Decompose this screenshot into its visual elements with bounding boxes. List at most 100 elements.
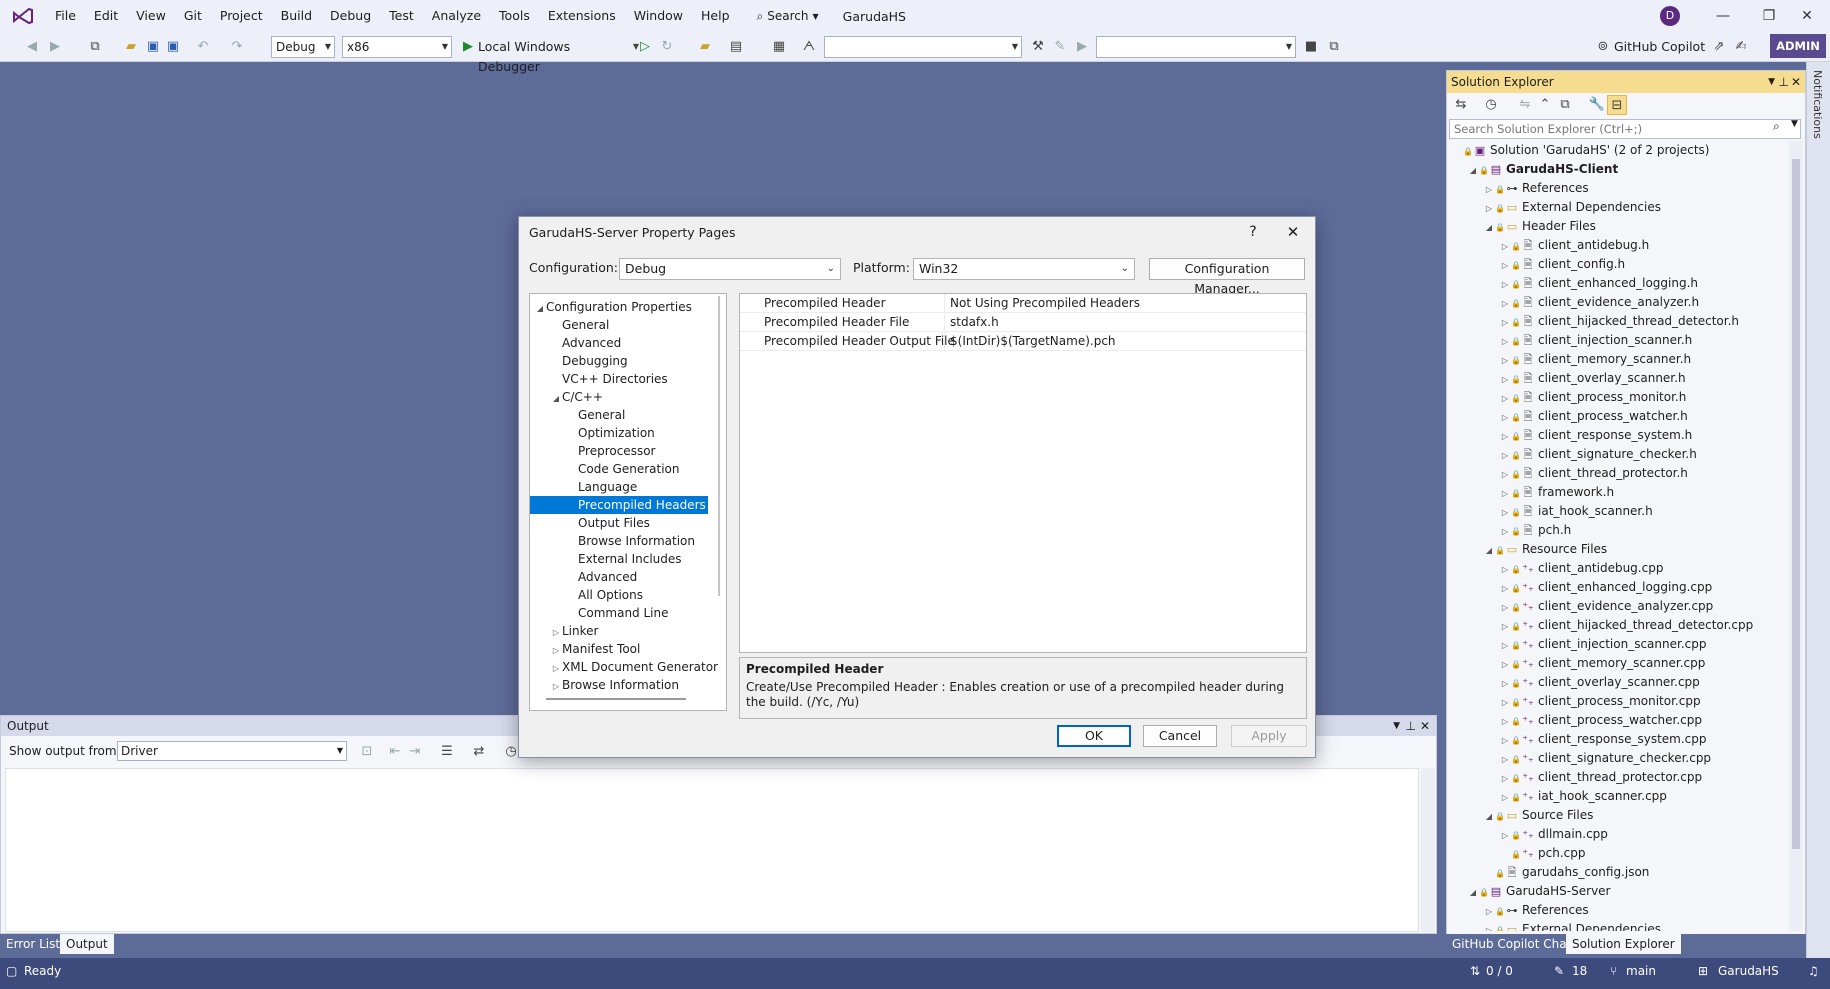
find-icon[interactable]: ᗅ	[798, 37, 820, 57]
redo-icon[interactable]: ↷	[226, 37, 248, 57]
expand-arrow-icon[interactable]: ▷	[1499, 275, 1511, 294]
solution-tree-item[interactable]: ◢ 🔒 ▤ GarudaHS-Client	[1467, 160, 1618, 179]
close-icon[interactable]: ✕	[1279, 221, 1307, 243]
close-icon[interactable]: ✕	[1791, 71, 1801, 93]
switch-views-icon[interactable]: ⇆	[1451, 95, 1471, 115]
output-source-select[interactable]: Driver ▼	[117, 741, 347, 761]
solution-tree-item[interactable]: ▷ 🔒 ▭ External Dependencies	[1483, 198, 1661, 217]
expand-arrow-icon[interactable]: ▷	[1483, 180, 1495, 199]
sync-icon[interactable]: ⇋	[1515, 95, 1535, 115]
solution-tree-item[interactable]: ▷ 🔒⁺₊ client_injection_scanner.cpp	[1499, 635, 1707, 654]
avatar[interactable]: D	[1660, 6, 1680, 26]
apply-button[interactable]: Apply	[1231, 725, 1307, 747]
property-category-item[interactable]: Code Generation	[530, 460, 708, 478]
solution-tree-item[interactable]: ▷ 🔒 🗎 iat_hook_scanner.h	[1499, 502, 1653, 521]
expand-arrow-icon[interactable]: ▷	[1499, 446, 1511, 465]
solution-tree-item[interactable]: ▷ 🔒⁺₊ client_antidebug.cpp	[1499, 559, 1664, 579]
expand-arrow-icon[interactable]: ▷	[1499, 427, 1511, 446]
chevron-down-icon[interactable]: ▼	[1768, 71, 1775, 93]
expand-arrow-icon[interactable]: ▷	[1499, 693, 1511, 712]
property-row[interactable]: Precompiled Header Not Using Precompiled …	[740, 294, 1306, 313]
new-project-icon[interactable]: ⧉	[84, 37, 106, 57]
pin-icon[interactable]: ✎	[1050, 37, 1070, 57]
menu-edit[interactable]: Edit	[85, 0, 127, 32]
solution-configuration-combo[interactable]: Debug ▼	[271, 36, 335, 58]
expand-arrow-icon[interactable]: ▷	[1499, 237, 1511, 256]
expand-arrow-icon[interactable]: ▷	[1499, 294, 1511, 313]
step-icon[interactable]: ▶	[1072, 37, 1092, 57]
expand-arrow-icon[interactable]: ▷	[1499, 465, 1511, 484]
next-message-icon[interactable]: ⇥	[405, 742, 425, 762]
expand-arrow-icon[interactable]: ▷	[1499, 503, 1511, 522]
expand-arrow-icon[interactable]: ▷	[1499, 389, 1511, 408]
property-category-item[interactable]: External Includes	[530, 550, 708, 568]
solution-tree-item[interactable]: ▷ 🔒 🗎 client_evidence_analyzer.h	[1499, 293, 1699, 312]
solution-tree-item[interactable]: ▷ 🔒 🗎 pch.h	[1499, 521, 1571, 540]
cancel-button[interactable]: Cancel	[1143, 725, 1217, 747]
word-wrap-icon[interactable]: ⇄	[469, 742, 489, 762]
expand-arrow-icon[interactable]: ▷	[1499, 617, 1511, 636]
start-debugging-button[interactable]: Local Windows Debugger	[478, 37, 628, 74]
solution-tree-item[interactable]: ▷ 🔒⁺₊ iat_hook_scanner.cpp	[1499, 787, 1667, 806]
show-all-files-icon[interactable]: ⧉	[1555, 95, 1575, 115]
notification-bell-icon[interactable]: ♫	[1808, 958, 1819, 984]
expand-arrow-icon[interactable]: ▷	[1499, 655, 1511, 674]
solution-tree-item[interactable]: 🔒⁺₊ pch.cpp	[1499, 844, 1585, 863]
expand-arrow-icon[interactable]: ▷	[1499, 750, 1511, 769]
property-category-item[interactable]: ◢ Configuration Properties	[530, 298, 708, 316]
property-value[interactable]: $(IntDir)$(TargetName).pch	[950, 332, 1116, 350]
menu-file[interactable]: File	[46, 0, 85, 32]
github-copilot-icon[interactable]: ⊚	[1592, 37, 1614, 57]
menu-build[interactable]: Build	[272, 0, 321, 32]
open-folder-icon[interactable]: ▰	[120, 37, 142, 57]
collapse-arrow-icon[interactable]: ◢	[1483, 218, 1495, 237]
solution-tree-item[interactable]: ▷ 🔒 🗎 client_antidebug.h	[1499, 236, 1649, 255]
menu-extensions[interactable]: Extensions	[539, 0, 625, 32]
share-icon[interactable]: ⇗	[1708, 37, 1730, 57]
solution-tree-item[interactable]: ▷ 🔒 ⊶ References	[1483, 901, 1589, 920]
save-icon[interactable]: ▣	[142, 37, 164, 57]
expand-arrow-icon[interactable]: ▷	[1499, 560, 1511, 579]
expand-arrow-icon[interactable]: ▷	[1499, 351, 1511, 370]
property-value[interactable]: stdafx.h	[950, 313, 999, 331]
solution-tree-item[interactable]: ▷ 🔒 🗎 client_hijacked_thread_detector.h	[1499, 312, 1739, 331]
close-icon[interactable]: ✕	[1420, 716, 1430, 736]
refresh-icon[interactable]: ↻	[656, 37, 678, 57]
solution-tree-item[interactable]: ▷ 🔒⁺₊ client_enhanced_logging.cpp	[1499, 578, 1712, 597]
save-all-icon[interactable]: ▣	[162, 37, 184, 57]
minimize-icon[interactable]: —	[1700, 0, 1746, 32]
tab-output[interactable]: Output	[60, 934, 114, 954]
property-category-item[interactable]: Optimization	[530, 424, 708, 442]
property-category-item[interactable]: Advanced	[530, 334, 708, 352]
menu-view[interactable]: View	[127, 0, 175, 32]
solution-tree-item[interactable]: ▷ 🔒⁺₊ client_overlay_scanner.cpp	[1499, 673, 1700, 692]
expand-arrow-icon[interactable]: ▷	[1499, 579, 1511, 598]
expand-arrow-icon[interactable]: ▷	[550, 678, 562, 696]
chevron-down-icon[interactable]: ▼	[1791, 119, 1798, 129]
configuration-manager-button[interactable]: Configuration Manager...	[1149, 258, 1305, 296]
menu-project[interactable]: Project	[211, 0, 272, 32]
expand-arrow-icon[interactable]: ▷	[1499, 256, 1511, 275]
solution-tree-item[interactable]: ▷ 🔒 🗎 client_overlay_scanner.h	[1499, 369, 1686, 388]
property-category-item[interactable]: Browse Information	[530, 532, 708, 550]
visual-studio-logo-icon[interactable]	[0, 7, 46, 25]
tab-error-list[interactable]: Error List	[0, 934, 66, 954]
solution-explorer-search-input[interactable]: Search Solution Explorer (Ctrl+;)	[1449, 119, 1801, 139]
output-scrollbar[interactable]	[1421, 768, 1435, 932]
properties-icon[interactable]: 🔧	[1587, 95, 1607, 115]
search-menu[interactable]: ⌕ Search ▼	[747, 9, 829, 24]
repository-name[interactable]: GarudaHS	[1718, 958, 1779, 984]
solution-tree-item[interactable]: ▷ 🔒⁺₊ client_memory_scanner.cpp	[1499, 654, 1705, 673]
property-category-item[interactable]: ◢ C/C++	[530, 388, 708, 406]
expand-arrow-icon[interactable]: ▷	[1499, 769, 1511, 788]
property-row[interactable]: Precompiled Header Output File $(IntDir)$…	[740, 332, 1306, 351]
output-text-area[interactable]	[5, 768, 1419, 932]
comment-icon[interactable]: ▦	[768, 37, 790, 57]
clear-all-icon[interactable]: ☰	[437, 742, 457, 762]
solution-tree-item[interactable]: ◢ 🔒 ▭ Resource Files	[1483, 540, 1607, 559]
solution-tree-item[interactable]: ▷ 🔒 🗎 client_signature_checker.h	[1499, 445, 1697, 464]
previous-message-icon[interactable]: ⇤	[385, 742, 405, 762]
solution-tree-item[interactable]: ▷ 🔒 🗎 framework.h	[1499, 483, 1614, 502]
extensions-icon[interactable]: ⧉	[1322, 37, 1346, 57]
menu-tools[interactable]: Tools	[490, 0, 539, 32]
